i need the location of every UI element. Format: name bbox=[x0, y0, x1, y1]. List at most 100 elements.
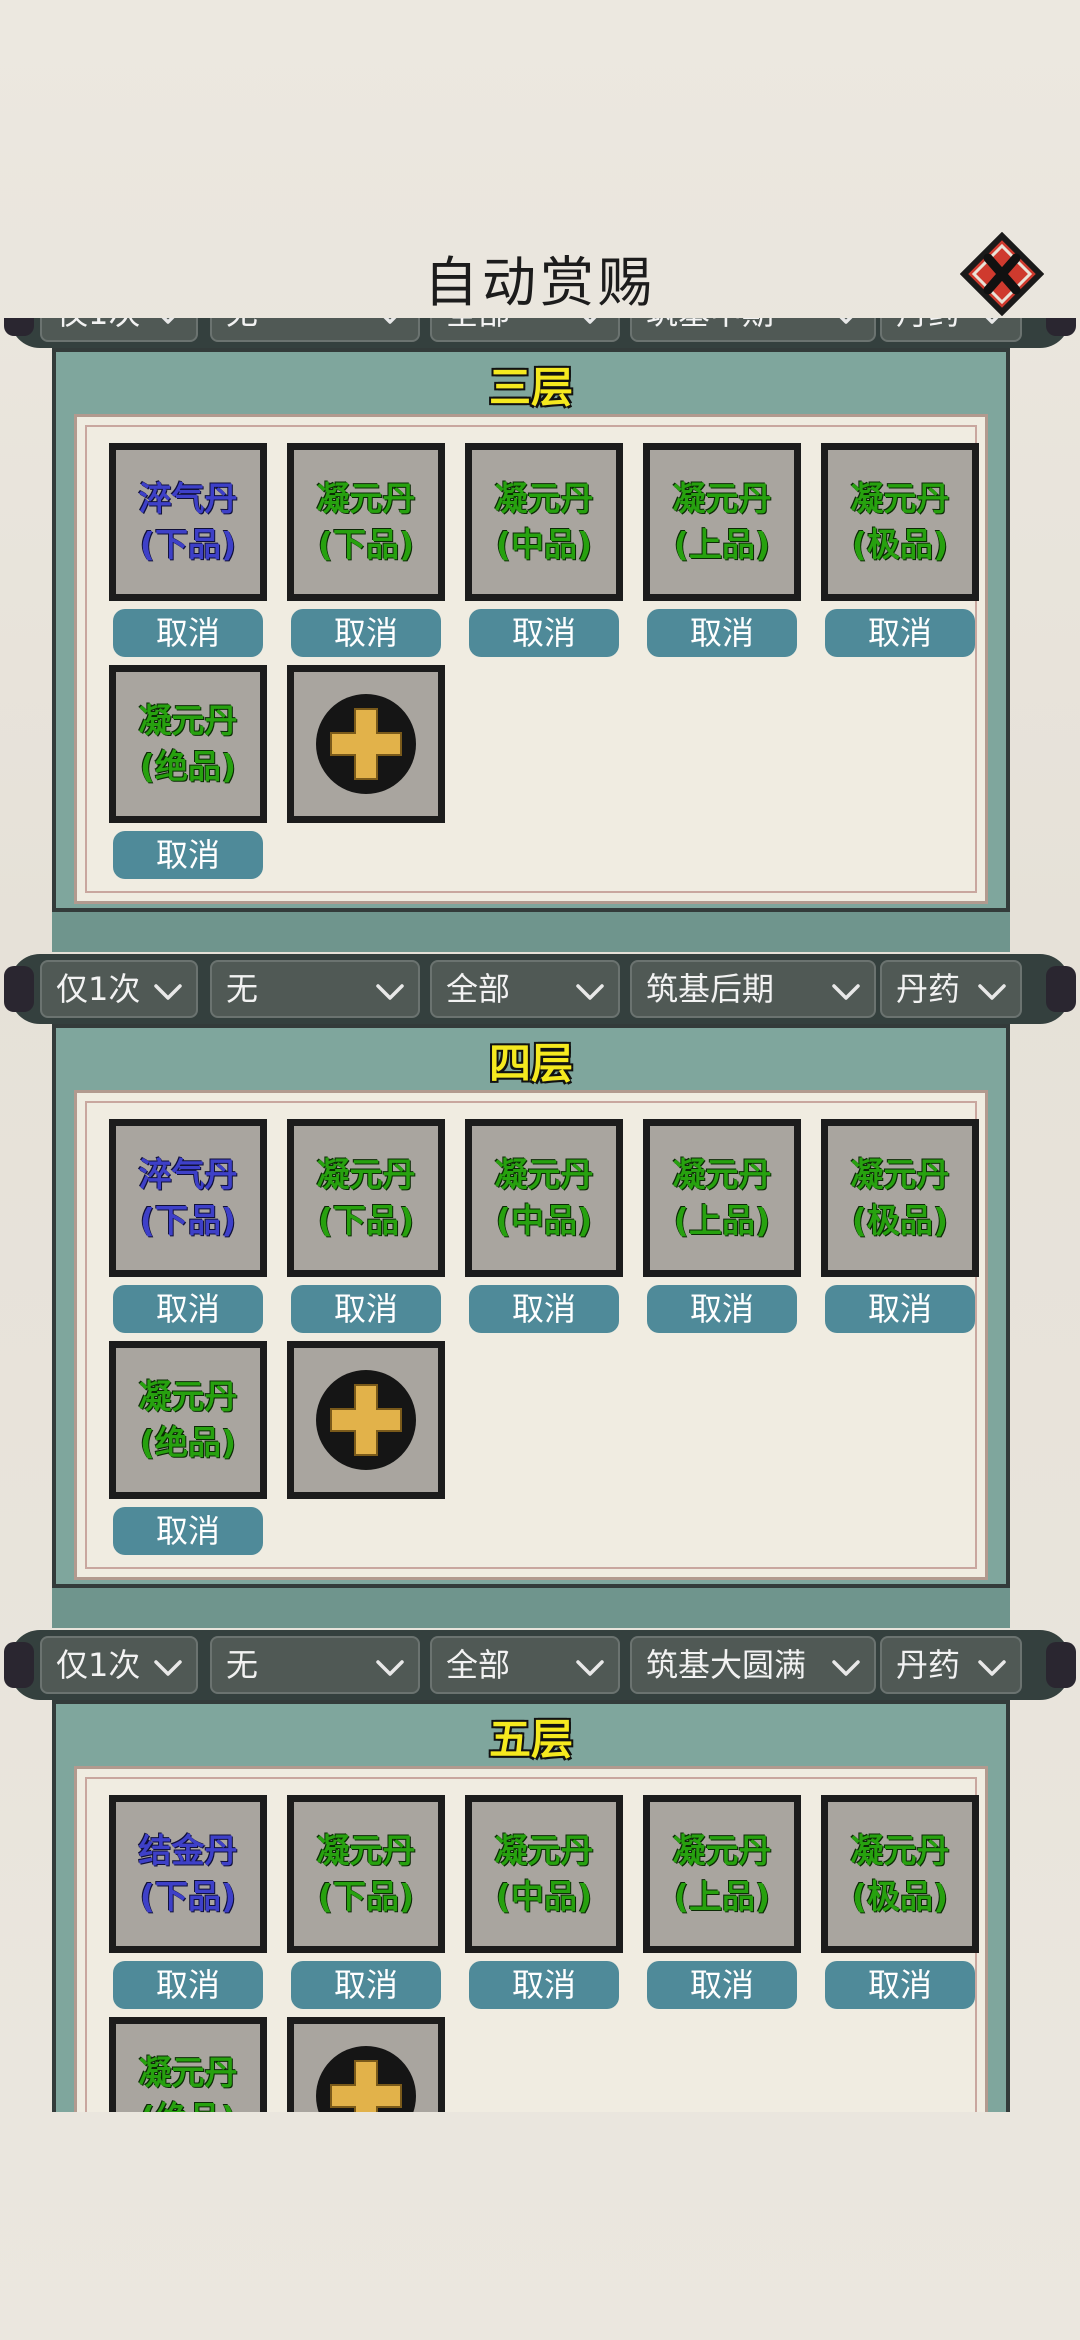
filter-bar: 仅1次 无 全部 筑基中期 丹药 bbox=[4, 318, 1076, 348]
chevron-down-icon bbox=[974, 318, 1010, 332]
cancel-button[interactable]: 取消 bbox=[291, 1961, 441, 2009]
reward-item: 结金丹 (下品) 取消 bbox=[109, 1795, 267, 2009]
close-button[interactable] bbox=[959, 231, 1045, 317]
item-grade: (极品) bbox=[851, 1201, 949, 1240]
chevron-down-icon bbox=[150, 972, 186, 1008]
cancel-button[interactable]: 取消 bbox=[469, 1285, 619, 1333]
cancel-button[interactable]: 取消 bbox=[825, 1285, 975, 1333]
cancel-button[interactable]: 取消 bbox=[647, 609, 797, 657]
item-name: 凝元丹 bbox=[316, 1831, 416, 1870]
scope-dropdown[interactable]: 全部 bbox=[430, 318, 620, 342]
cancel-button[interactable]: 取消 bbox=[113, 609, 263, 657]
condition-dropdown[interactable]: 无 bbox=[210, 960, 420, 1018]
dropdown-value: 仅1次 bbox=[56, 970, 141, 1008]
category-dropdown[interactable]: 丹药 bbox=[880, 960, 1022, 1018]
item-slot[interactable]: 凝元丹 (极品) bbox=[821, 443, 979, 601]
reward-item: 凝元丹 (中品) 取消 bbox=[465, 1795, 623, 2009]
cancel-button[interactable]: 取消 bbox=[647, 1961, 797, 2009]
frequency-dropdown[interactable]: 仅1次 bbox=[40, 1636, 198, 1694]
cancel-button[interactable]: 取消 bbox=[113, 1285, 263, 1333]
item-grade: (上品) bbox=[673, 1877, 771, 1916]
reward-item: 凝元丹 (下品) 取消 bbox=[287, 1119, 445, 1333]
item-slot[interactable]: 凝元丹 (下品) bbox=[287, 1795, 445, 1953]
chevron-down-icon bbox=[372, 318, 408, 332]
cancel-button[interactable]: 取消 bbox=[113, 1507, 263, 1555]
frequency-dropdown[interactable]: 仅1次 bbox=[40, 318, 198, 342]
item-slot[interactable]: 凝元丹 (上品) bbox=[643, 443, 801, 601]
item-slot[interactable]: 凝元丹 (绝品) bbox=[109, 2017, 267, 2112]
add-plus-icon bbox=[316, 694, 416, 794]
cancel-button[interactable]: 取消 bbox=[291, 1285, 441, 1333]
dropdown-value: 全部 bbox=[446, 318, 510, 332]
item-name: 凝元丹 bbox=[850, 479, 950, 518]
item-slot[interactable]: 凝元丹 (绝品) bbox=[109, 665, 267, 823]
item-slot[interactable]: 凝元丹 (中品) bbox=[465, 1119, 623, 1277]
chevron-down-icon bbox=[974, 1648, 1010, 1684]
scope-dropdown[interactable]: 全部 bbox=[430, 1636, 620, 1694]
item-slot[interactable]: 淬气丹 (下品) bbox=[109, 1119, 267, 1277]
layer-title: 四层 bbox=[488, 1039, 573, 1088]
item-name: 凝元丹 bbox=[850, 1155, 950, 1194]
cancel-button[interactable]: 取消 bbox=[113, 1961, 263, 2009]
scroll-bottom-rod bbox=[52, 1584, 1010, 1628]
cancel-button[interactable]: 取消 bbox=[113, 831, 263, 879]
category-dropdown[interactable]: 丹药 bbox=[880, 1636, 1022, 1694]
dropdown-value: 无 bbox=[226, 970, 259, 1008]
add-item-button[interactable] bbox=[287, 1341, 445, 1499]
realm-dropdown[interactable]: 筑基中期 bbox=[630, 318, 876, 342]
layer-panel: 三层 淬气丹 (下品) 取消 凝元丹 (下品) 取消 凝元丹 (中品) 取消 凝元丹 (上品) 取消 凝元… bbox=[52, 348, 1010, 952]
dropdown-value: 筑基中期 bbox=[646, 318, 774, 332]
chevron-down-icon bbox=[150, 318, 186, 332]
cancel-button[interactable]: 取消 bbox=[291, 609, 441, 657]
item-grade: (下品) bbox=[139, 525, 237, 564]
item-grade: (绝品) bbox=[140, 2096, 236, 2112]
chevron-down-icon bbox=[572, 972, 608, 1008]
cancel-button[interactable]: 取消 bbox=[825, 1961, 975, 2009]
dropdown-value: 筑基后期 bbox=[646, 970, 775, 1008]
item-slot[interactable]: 凝元丹 (极品) bbox=[821, 1119, 979, 1277]
item-slot[interactable]: 凝元丹 (下品) bbox=[287, 443, 445, 601]
cancel-button[interactable]: 取消 bbox=[647, 1285, 797, 1333]
item-name: 淬气丹 bbox=[138, 1155, 238, 1194]
realm-dropdown[interactable]: 筑基大圆满 bbox=[630, 1636, 876, 1694]
reward-item: 凝元丹 (上品) 取消 bbox=[643, 1795, 801, 2009]
item-slot[interactable]: 凝元丹 (极品) bbox=[821, 1795, 979, 1953]
item-grade: (下品) bbox=[317, 1877, 415, 1916]
cancel-button[interactable]: 取消 bbox=[469, 1961, 619, 2009]
reward-list: 淬气丹 (下品) 取消 凝元丹 (下品) 取消 凝元丹 (中品) 取消 凝元丹 (上品) 取消 凝元丹(… bbox=[74, 414, 988, 904]
reward-item: 凝元丹 (极品) 取消 bbox=[821, 1119, 979, 1333]
item-name: 凝元丹 bbox=[138, 701, 238, 740]
frequency-dropdown[interactable]: 仅1次 bbox=[40, 960, 198, 1018]
item-slot[interactable]: 淬气丹 (下品) bbox=[109, 443, 267, 601]
condition-dropdown[interactable]: 无 bbox=[210, 318, 420, 342]
chevron-down-icon bbox=[372, 972, 408, 1008]
cancel-button[interactable]: 取消 bbox=[825, 609, 975, 657]
add-item-button[interactable] bbox=[287, 2017, 445, 2112]
item-name: 淬气丹 bbox=[138, 479, 238, 518]
reward-list: 结金丹 (下品) 取消 凝元丹 (下品) 取消 凝元丹 (中品) 取消 凝元丹 (上品) 取消 凝元丹(… bbox=[74, 1766, 988, 2112]
layer-section: 仅1次无全部筑基中期丹药三层淬气丹(下品)取消凝元丹(下品)取消凝元丹(中品)取… bbox=[0, 318, 1080, 958]
item-slot[interactable]: 结金丹 (下品) bbox=[109, 1795, 267, 1953]
scope-dropdown[interactable]: 全部 bbox=[430, 960, 620, 1018]
dropdown-value: 全部 bbox=[446, 970, 511, 1008]
condition-dropdown[interactable]: 无 bbox=[210, 1636, 420, 1694]
item-slot[interactable]: 凝元丹 (上品) bbox=[643, 1119, 801, 1277]
item-name: 凝元丹 bbox=[494, 479, 594, 518]
layers-scroll-area[interactable]: 仅1次无全部筑基中期丹药三层淬气丹(下品)取消凝元丹(下品)取消凝元丹(中品)取… bbox=[0, 318, 1080, 2112]
item-slot[interactable]: 凝元丹 (绝品) bbox=[109, 1341, 267, 1499]
add-item-button[interactable] bbox=[287, 665, 445, 823]
dropdown-value: 丹药 bbox=[896, 1646, 961, 1684]
item-slot[interactable]: 凝元丹 (下品) bbox=[287, 1119, 445, 1277]
scroll-cap-left bbox=[4, 1642, 34, 1688]
item-slot[interactable]: 凝元丹 (中品) bbox=[465, 1795, 623, 1953]
item-slot[interactable]: 凝元丹 (上品) bbox=[643, 1795, 801, 1953]
category-dropdown[interactable]: 丹药 bbox=[880, 318, 1022, 342]
realm-dropdown[interactable]: 筑基后期 bbox=[630, 960, 876, 1018]
layer-panel: 五层 结金丹 (下品) 取消 凝元丹 (下品) 取消 凝元丹 (中品) 取消 凝元丹 (上品) 取消 凝元… bbox=[52, 1700, 1010, 2112]
scroll-cap-left bbox=[4, 318, 34, 336]
layer-panel: 四层 淬气丹 (下品) 取消 凝元丹 (下品) 取消 凝元丹 (中品) 取消 凝元丹 (上品) 取消 凝元… bbox=[52, 1024, 1010, 1628]
cancel-button[interactable]: 取消 bbox=[469, 609, 619, 657]
dropdown-value: 全部 bbox=[446, 1646, 511, 1684]
reward-item: 凝元丹 (绝品) 取消 bbox=[109, 665, 267, 879]
item-slot[interactable]: 凝元丹 (中品) bbox=[465, 443, 623, 601]
